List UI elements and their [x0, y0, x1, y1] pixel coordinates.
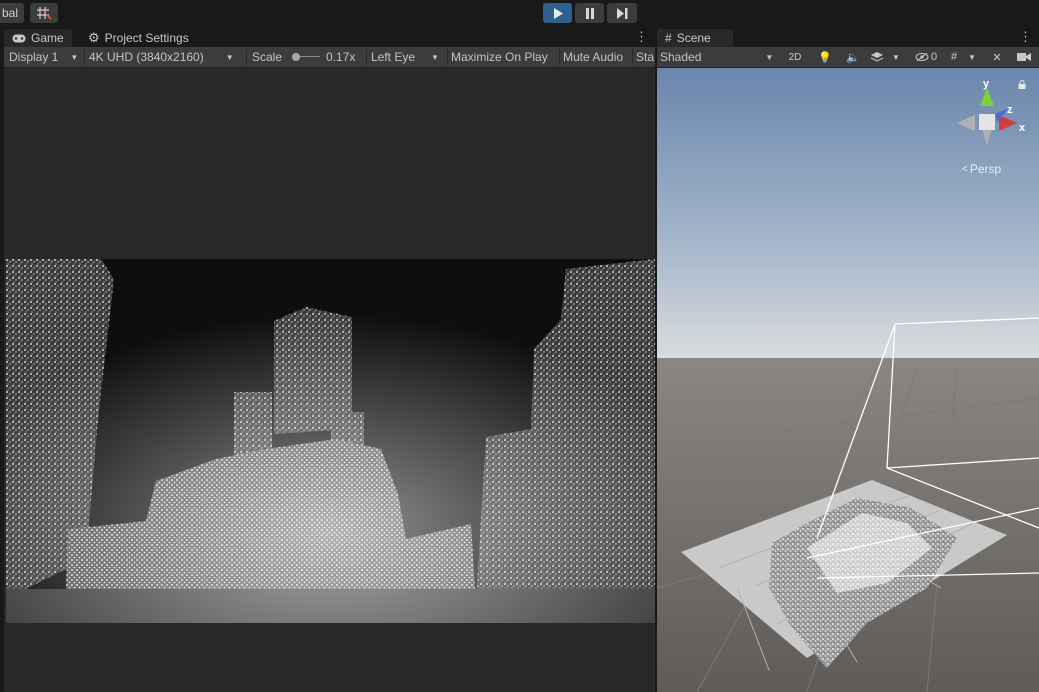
- game-control-bar: Display 1 ▼ 4K UHD (3840x2160) ▼ Scale 0…: [4, 47, 655, 68]
- scene-tab-strip: # Scene ⋮: [657, 28, 1039, 47]
- scene-view-viewport[interactable]: y z x < Persp: [657, 68, 1039, 692]
- global-toggle-label: bal: [2, 6, 19, 20]
- draw-mode-value: Shaded: [660, 50, 702, 64]
- scene-lighting-button[interactable]: 💡: [815, 48, 835, 66]
- pause-button[interactable]: [575, 3, 604, 23]
- tab-scene[interactable]: # Scene: [657, 29, 733, 47]
- chevron-down-icon: ▼: [892, 52, 900, 62]
- main-toolbar: bal: [0, 0, 1039, 28]
- persp-label: Persp: [969, 162, 1002, 176]
- grid-icon: #: [950, 51, 958, 63]
- scale-slider-thumb[interactable]: [292, 53, 300, 61]
- perspective-icon: <: [962, 163, 968, 175]
- divider: [559, 49, 560, 65]
- stats-toggle[interactable]: Sta: [636, 47, 655, 67]
- grid-snap-button[interactable]: [30, 3, 58, 23]
- hidden-count: 0: [930, 51, 938, 63]
- scale-value: 0.17x: [326, 50, 356, 64]
- divider: [447, 49, 448, 65]
- gizmo-z-label: z: [1007, 104, 1013, 116]
- scene-visibility-button[interactable]: 0: [909, 48, 943, 66]
- tab-project-settings[interactable]: ⚙ Project Settings: [80, 29, 197, 47]
- chevron-down-icon: ▼: [968, 52, 976, 62]
- tools-button[interactable]: ✕: [987, 48, 1007, 66]
- hash-grid-icon: #: [665, 31, 672, 45]
- camera-button[interactable]: [1013, 48, 1035, 66]
- step-button[interactable]: [607, 3, 637, 23]
- tools-icon: ✕: [992, 51, 1002, 64]
- scale-label: Scale: [252, 50, 283, 64]
- pause-icon: [585, 7, 594, 19]
- global-toggle-button[interactable]: bal: [0, 3, 24, 23]
- chevron-down-icon: ▼: [225, 52, 234, 62]
- eye-value: Left Eye: [371, 50, 416, 64]
- divider: [632, 49, 633, 65]
- display-value: Display 1: [9, 50, 59, 64]
- chevron-down-icon: ▼: [431, 52, 439, 62]
- tab-game[interactable]: Game: [4, 29, 72, 47]
- grid-toggle-button[interactable]: #: [945, 48, 963, 66]
- play-icon: [553, 7, 563, 19]
- game-panel-menu-button[interactable]: ⋮: [635, 29, 648, 45]
- chevron-down-icon: ▼: [70, 52, 79, 62]
- speaker-icon: 🔈: [846, 51, 860, 64]
- maximize-on-play-toggle[interactable]: Maximize On Play: [451, 47, 548, 67]
- scene-effects-button[interactable]: [867, 48, 887, 66]
- resolution-dropdown[interactable]: 4K UHD (3840x2160) ▼: [89, 47, 244, 67]
- effects-dropdown[interactable]: ▼: [889, 48, 903, 66]
- draw-mode-dropdown[interactable]: Shaded ▼: [660, 47, 776, 67]
- divider: [84, 49, 85, 65]
- grid-dropdown[interactable]: ▼: [965, 48, 979, 66]
- lock-icon: [1018, 80, 1026, 89]
- gamepad-icon: [12, 34, 26, 42]
- divider: [246, 49, 247, 65]
- more-vertical-icon: ⋮: [635, 29, 648, 44]
- mute-audio-toggle[interactable]: Mute Audio: [563, 47, 623, 67]
- tab-project-settings-label: Project Settings: [104, 31, 189, 45]
- camera-icon: [1017, 53, 1031, 61]
- resolution-value: 4K UHD (3840x2160): [89, 50, 204, 64]
- scene-panel: # Scene ⋮ Shaded ▼ 2D 💡 🔈 ▼ 0 # ▼ ✕ y z …: [657, 28, 1039, 692]
- layers-icon: [870, 52, 884, 62]
- display-dropdown[interactable]: Display 1 ▼: [9, 47, 83, 67]
- persp-toggle[interactable]: < Persp: [962, 162, 1001, 176]
- scene-panel-menu-button[interactable]: ⋮: [1019, 29, 1032, 45]
- game-panel: Game ⚙ Project Settings ⋮ Display 1 ▼ 4K…: [4, 28, 655, 692]
- lightbulb-icon: 💡: [818, 51, 832, 64]
- gizmo-x-label: x: [1019, 122, 1026, 134]
- scene-audio-button[interactable]: 🔈: [843, 48, 863, 66]
- divider: [366, 49, 367, 65]
- point-cloud-city-render: [6, 259, 655, 623]
- game-view-render[interactable]: [6, 259, 655, 623]
- more-vertical-icon: ⋮: [1019, 29, 1032, 44]
- tab-game-label: Game: [31, 31, 64, 45]
- play-button[interactable]: [543, 3, 572, 23]
- eye-dropdown[interactable]: Left Eye ▼: [371, 47, 445, 67]
- step-icon: [617, 7, 628, 19]
- gizmo-y-label: y: [983, 78, 990, 90]
- chevron-down-icon: ▼: [765, 52, 774, 62]
- game-tab-strip: Game ⚙ Project Settings ⋮: [4, 28, 655, 47]
- 2d-toggle-button[interactable]: 2D: [783, 48, 807, 66]
- gizmo-lock-button[interactable]: [1018, 78, 1026, 92]
- grid-snap-icon: [37, 7, 52, 20]
- gear-icon: ⚙: [88, 30, 100, 45]
- tab-scene-label: Scene: [676, 31, 711, 45]
- eye-slash-icon: [915, 52, 929, 62]
- scale-slider[interactable]: [292, 53, 320, 61]
- scene-control-bar: Shaded ▼ 2D 💡 🔈 ▼ 0 # ▼ ✕: [657, 47, 1039, 68]
